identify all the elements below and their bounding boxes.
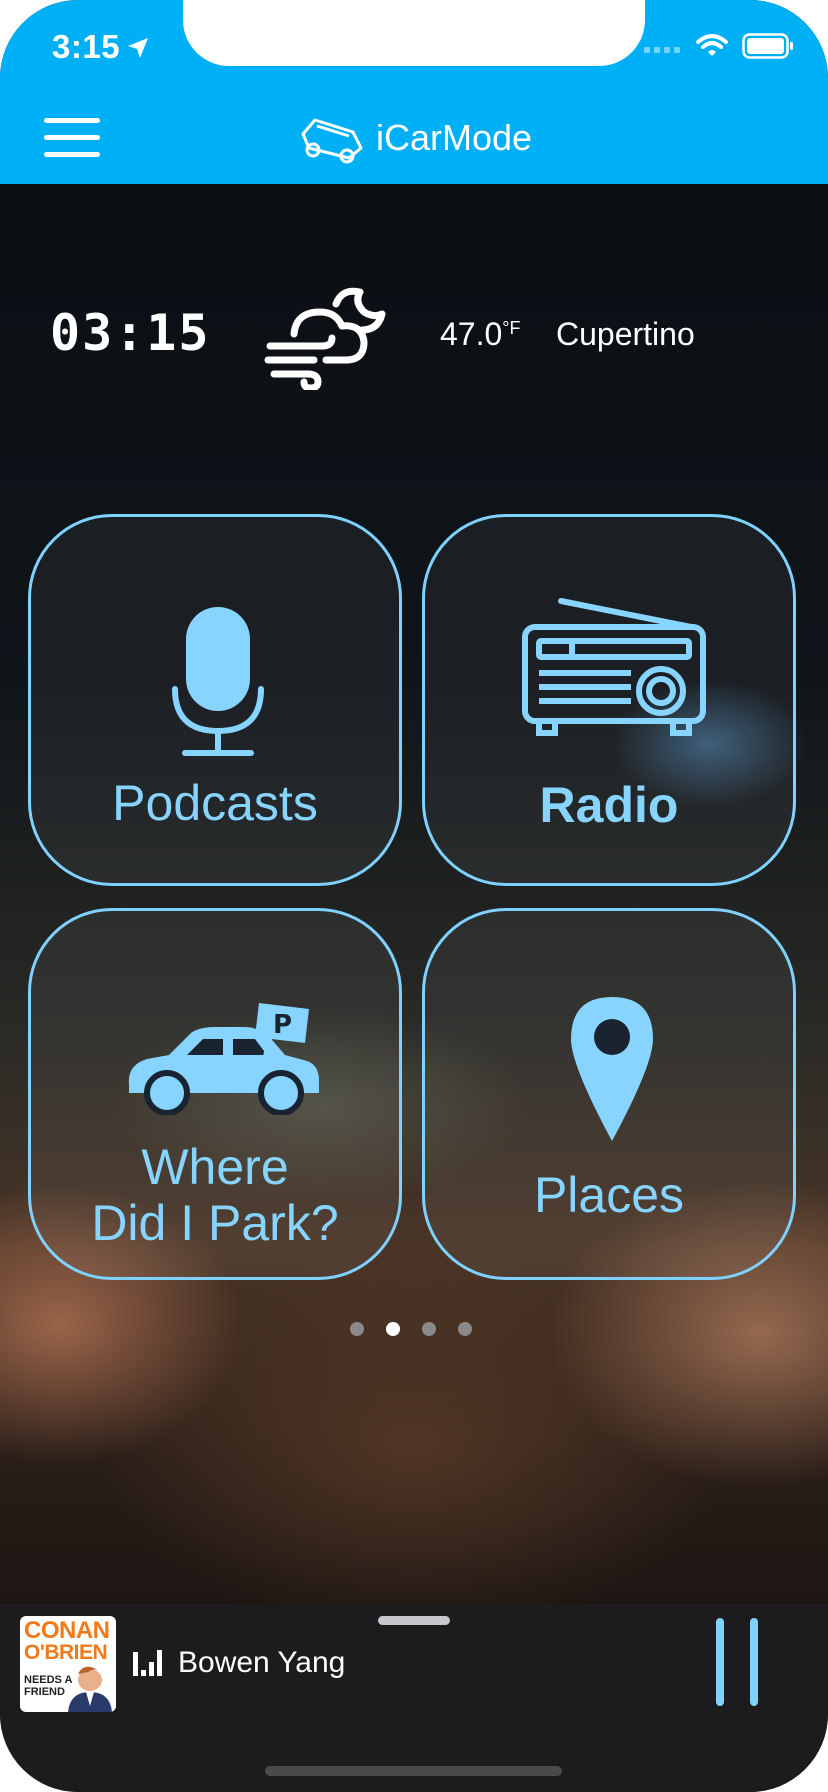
pause-bar — [750, 1618, 758, 1706]
tile-radio[interactable]: Radio — [422, 514, 796, 886]
menu-line — [44, 152, 100, 157]
digital-clock: 03:15 — [50, 304, 211, 362]
windy-night-cloud-icon — [264, 287, 386, 390]
tile-park-label-line1: Where — [141, 1139, 289, 1195]
microphone-icon — [172, 607, 264, 756]
page-dot[interactable] — [350, 1322, 364, 1336]
menu-line — [44, 118, 100, 123]
pause-button[interactable] — [712, 1618, 762, 1708]
page-dot[interactable] — [458, 1322, 472, 1336]
radio-icon — [522, 598, 706, 736]
temperature-value: 47.0 — [440, 316, 503, 352]
phone-screen: 3:15 iCarMode 03:15 47.0°F Cupertino Pod… — [0, 0, 828, 1792]
tile-podcasts-label: Podcasts — [112, 775, 318, 831]
map-pin-icon — [571, 997, 653, 1141]
mini-player[interactable]: CONAN O'BRIEN NEEDS A FRIEND Bowen Yang — [0, 1604, 828, 1792]
podcast-cover-art: CONAN O'BRIEN NEEDS A FRIEND — [20, 1616, 116, 1712]
parked-car-icon: P — [128, 1003, 319, 1115]
wifi-icon — [696, 34, 728, 56]
city-name: Cupertino — [556, 316, 695, 352]
pause-bar — [716, 1618, 724, 1706]
cover-line4: FRIEND — [24, 1686, 65, 1698]
host-portrait — [68, 1666, 112, 1712]
status-time: 3:15 — [52, 28, 121, 65]
page-dot-active[interactable] — [386, 1322, 400, 1336]
tile-podcasts[interactable]: Podcasts — [28, 514, 402, 886]
now-playing-title: Bowen Yang — [178, 1646, 346, 1679]
page-indicator[interactable] — [350, 1322, 472, 1336]
tile-places-label: Places — [533, 1167, 685, 1223]
temperature: 47.0°F — [440, 316, 520, 353]
page-dot[interactable] — [422, 1322, 436, 1336]
location-arrow-icon — [128, 38, 148, 58]
app-logo-icon — [301, 118, 363, 164]
app-header: 3:15 iCarMode — [0, 0, 828, 184]
battery-icon — [742, 33, 793, 59]
notch — [183, 0, 645, 66]
menu-button[interactable] — [44, 118, 100, 162]
cover-line2: O'BRIEN — [24, 1641, 108, 1664]
home-indicator[interactable] — [265, 1766, 562, 1776]
app-title: iCarMode — [376, 117, 533, 158]
tile-park-label-line2: Did I Park? — [91, 1195, 339, 1251]
cellular-signal-icon — [644, 47, 680, 53]
blurred-road-background — [0, 184, 828, 1604]
svg-text:P: P — [273, 1010, 292, 1040]
temperature-unit: °F — [502, 318, 521, 338]
tile-places[interactable]: Places — [422, 908, 796, 1280]
playing-equalizer-icon — [133, 1650, 162, 1676]
player-grabber[interactable] — [378, 1616, 450, 1625]
menu-line — [44, 135, 100, 140]
tile-where-did-i-park[interactable]: P Where Did I Park? — [28, 908, 402, 1280]
status-indicators — [644, 33, 794, 59]
tile-radio-label: Radio — [539, 777, 679, 833]
cover-line1: CONAN — [24, 1617, 110, 1644]
